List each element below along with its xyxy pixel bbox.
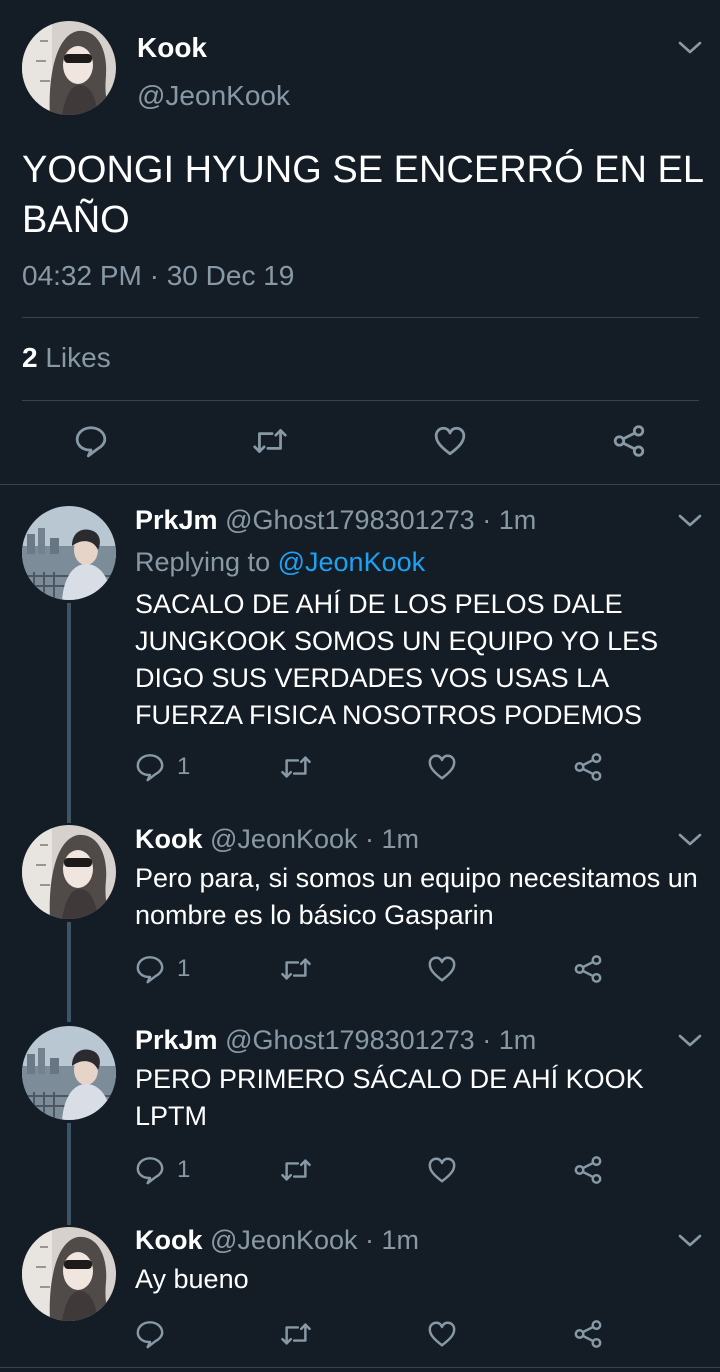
share-button[interactable]	[612, 424, 646, 458]
replying-to: Replying to @JeonKook	[135, 547, 425, 578]
author-name[interactable]: Kook	[137, 32, 207, 64]
reply-count: 1	[177, 955, 191, 982]
reply-tweet[interactable]: Kook @JeonKook · 1m Pero para, si somos …	[0, 805, 720, 1005]
share-button[interactable]	[573, 954, 603, 984]
replying-prefix: Replying to	[135, 547, 271, 577]
reply-text: Ay bueno	[135, 1264, 249, 1294]
author-handle[interactable]: @JeonKook	[137, 80, 290, 112]
heart-icon	[428, 956, 456, 982]
avatar[interactable]	[22, 506, 116, 600]
retweet-icon	[281, 1159, 311, 1181]
share-button[interactable]	[573, 1155, 603, 1185]
chevron-down-icon[interactable]	[677, 1033, 703, 1051]
author-name[interactable]: Kook	[135, 1225, 203, 1255]
reply-text: SACALO DE AHÍ DE LOS PELOS DALE JUNGKOOK…	[135, 589, 659, 730]
share-icon	[574, 1156, 602, 1184]
reply-button[interactable]: 1	[135, 752, 190, 782]
reply-icon	[136, 1321, 164, 1349]
reply-icon	[136, 956, 164, 984]
divider	[0, 1367, 720, 1368]
heart-icon	[428, 1157, 456, 1183]
reply-time: · 1m	[365, 824, 420, 854]
reply-button[interactable]	[135, 1319, 177, 1349]
reply-icon	[136, 754, 164, 782]
reply-tweet[interactable]: PrkJm @Ghost1798301273 · 1m Replying to …	[0, 485, 720, 805]
avatar[interactable]	[22, 1227, 116, 1321]
avatar[interactable]	[22, 825, 116, 919]
share-icon	[574, 753, 602, 781]
tweet-text: YOONGI HYUNG SE ENCERRÓ EN EL BAÑO	[22, 149, 703, 241]
retweet-icon	[281, 958, 311, 980]
author-handle[interactable]: @JeonKook	[210, 1225, 358, 1255]
reply-header: PrkJm @Ghost1798301273 · 1m	[135, 505, 536, 536]
reply-tweet[interactable]: Kook @JeonKook · 1m Ay bueno	[0, 1205, 720, 1367]
chevron-down-icon[interactable]	[677, 513, 703, 531]
reply-header: Kook @JeonKook · 1m	[135, 824, 419, 855]
reply-text: PERO PRIMERO SÁCALO DE AHÍ KOOK LPTM	[135, 1064, 644, 1131]
share-button[interactable]	[573, 752, 603, 782]
reply-count: 1	[177, 753, 191, 780]
author-name[interactable]: PrkJm	[135, 505, 218, 535]
like-button[interactable]	[427, 752, 457, 782]
reply-button[interactable]	[74, 424, 108, 458]
reply-time: · 1m	[482, 1025, 537, 1055]
reply-text: Pero para, si somos un equipo necesitamo…	[135, 863, 698, 930]
replying-handle-link[interactable]: @JeonKook	[278, 547, 426, 577]
tweet-timestamp: 04:32 PM · 30 Dec 19	[22, 260, 295, 291]
author-handle[interactable]: @Ghost1798301273	[225, 1025, 475, 1055]
avatar[interactable]	[22, 1026, 116, 1120]
divider	[22, 317, 699, 318]
like-button[interactable]	[433, 424, 467, 458]
reply-icon	[75, 426, 107, 458]
author-name[interactable]: PrkJm	[135, 1025, 218, 1055]
retweet-button[interactable]	[279, 1155, 313, 1185]
reply-button[interactable]: 1	[135, 954, 190, 984]
chevron-down-icon[interactable]	[677, 40, 703, 58]
author-name[interactable]: Kook	[135, 824, 203, 854]
likes-count[interactable]: 2 Likes	[22, 342, 111, 374]
like-button[interactable]	[427, 1155, 457, 1185]
share-icon	[574, 1320, 602, 1348]
reply-time: · 1m	[365, 1225, 420, 1255]
main-tweet: Kook @JeonKook YOONGI HYUNG SE ENCERRÓ E…	[0, 0, 720, 484]
retweet-button[interactable]	[279, 954, 313, 984]
avatar[interactable]	[22, 21, 116, 115]
reply-icon	[136, 1157, 164, 1185]
share-icon	[574, 955, 602, 983]
share-icon	[613, 425, 645, 457]
reply-time: · 1m	[482, 505, 537, 535]
retweet-button[interactable]	[279, 752, 313, 782]
retweet-icon	[281, 1323, 311, 1345]
author-handle[interactable]: @Ghost1798301273	[225, 505, 475, 535]
share-button[interactable]	[573, 1319, 603, 1349]
likes-number: 2	[22, 342, 38, 373]
reply-button[interactable]: 1	[135, 1155, 190, 1185]
divider	[22, 400, 699, 401]
reply-count: 1	[177, 1156, 191, 1183]
heart-icon	[428, 754, 456, 780]
likes-label: Likes	[45, 342, 111, 373]
retweet-icon	[253, 429, 287, 453]
chevron-down-icon[interactable]	[677, 832, 703, 850]
like-button[interactable]	[427, 954, 457, 984]
reply-tweet[interactable]: PrkJm @Ghost1798301273 · 1m PERO PRIMERO…	[0, 1005, 720, 1205]
chevron-down-icon[interactable]	[677, 1233, 703, 1251]
reply-header: Kook @JeonKook · 1m	[135, 1225, 419, 1256]
author-handle[interactable]: @JeonKook	[210, 824, 358, 854]
heart-icon	[434, 426, 466, 456]
retweet-button[interactable]	[279, 1319, 313, 1349]
like-button[interactable]	[427, 1319, 457, 1349]
retweet-icon	[281, 756, 311, 778]
heart-icon	[428, 1321, 456, 1347]
retweet-button[interactable]	[251, 424, 289, 458]
reply-header: PrkJm @Ghost1798301273 · 1m	[135, 1025, 536, 1056]
